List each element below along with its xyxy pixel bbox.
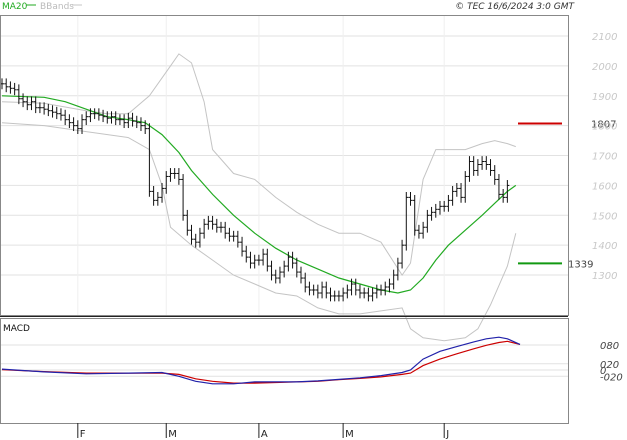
macd-panel-title: MACD xyxy=(3,324,30,334)
month-label: J xyxy=(445,429,449,440)
price-gridlines xyxy=(0,16,568,377)
price-tick-label: 2100 xyxy=(592,32,617,43)
copyright-text: © TEC 16/6/2024 3:0 GMT xyxy=(455,2,575,12)
month-label: A xyxy=(261,429,268,440)
macd-line xyxy=(1,336,521,385)
price-tick-label: 1900 xyxy=(592,92,617,103)
support-label: 1339 xyxy=(568,259,593,270)
price-tick-label: 1300 xyxy=(592,271,617,282)
price-tick-label: 2000 xyxy=(592,62,617,73)
panel-frames xyxy=(0,15,569,424)
chart-canvas: 18071339 2100200019001800170016001500140… xyxy=(0,2,623,440)
price-tick-label: 1500 xyxy=(592,211,617,222)
macd-tick-label: -020 xyxy=(600,372,623,383)
month-label: F xyxy=(80,429,86,440)
macd-panel-frame xyxy=(0,318,569,424)
price-tick-label: 1400 xyxy=(592,241,617,252)
price-tick-label: 1800 xyxy=(592,122,617,133)
price-tick-label: 1700 xyxy=(592,152,617,163)
price-tick-label: 1600 xyxy=(592,181,617,192)
legend-ma20: MA20 xyxy=(2,2,28,12)
month-label: M xyxy=(345,429,354,440)
price-bars xyxy=(0,78,510,302)
macd-tick-label: 080 xyxy=(600,341,619,352)
macd-lines xyxy=(1,336,521,385)
macd-signal-line xyxy=(1,340,521,384)
legend-bbands: BBands xyxy=(40,2,74,12)
month-label: M xyxy=(168,429,177,440)
